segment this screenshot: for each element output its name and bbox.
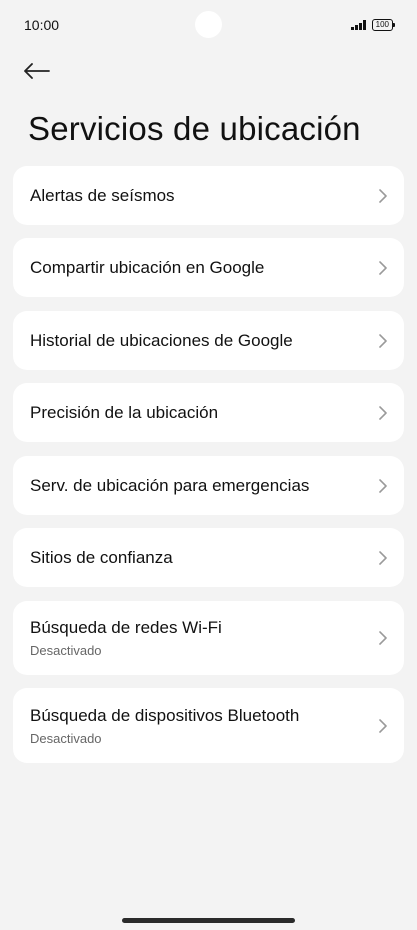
chevron-right-icon	[379, 478, 387, 493]
status-time: 10:00	[24, 17, 60, 33]
list-item-historial-ubicaciones[interactable]: Historial de ubicaciones de Google	[13, 311, 404, 370]
chevron-right-icon	[379, 188, 387, 203]
chevron-right-icon	[379, 405, 387, 420]
camera-cutout	[195, 11, 222, 38]
status-bar: 10:00 100	[0, 0, 417, 50]
list-item-busqueda-bluetooth[interactable]: Búsqueda de dispositivos Bluetooth Desac…	[13, 688, 404, 763]
item-label: Búsqueda de dispositivos Bluetooth	[30, 705, 300, 725]
list-item-busqueda-wifi[interactable]: Búsqueda de redes Wi-Fi Desactivado	[13, 601, 404, 675]
item-status: Desactivado	[30, 643, 102, 658]
back-button[interactable]	[24, 57, 58, 85]
chevron-right-icon	[379, 333, 387, 348]
battery-level: 100	[375, 20, 389, 29]
item-label: Precisión de la ubicación	[30, 402, 219, 422]
list-item-sitios-confianza[interactable]: Sitios de confianza	[13, 528, 404, 587]
status-icons: 100	[351, 19, 396, 31]
list-item-precision-ubicacion[interactable]: Precisión de la ubicación	[13, 383, 404, 442]
chevron-right-icon	[379, 631, 387, 645]
item-label: Alertas de seísmos	[30, 185, 175, 205]
list-item-serv-emergencias[interactable]: Serv. de ubicación para emergencias	[13, 456, 404, 515]
list-item-alertas-seismos[interactable]: Alertas de seísmos	[13, 166, 404, 225]
item-label: Búsqueda de redes Wi-Fi	[30, 618, 222, 637]
item-label: Historial de ubicaciones de Google	[30, 330, 293, 350]
page-title: Servicios de ubicación	[28, 110, 361, 147]
item-label: Serv. de ubicación para emergencias	[30, 475, 310, 495]
item-label: Sitios de confianza	[30, 547, 173, 567]
home-indicator[interactable]	[122, 918, 295, 923]
chevron-right-icon	[379, 550, 387, 565]
item-status: Desactivado	[30, 730, 102, 746]
signal-icon	[351, 20, 366, 30]
chevron-right-icon	[379, 718, 387, 733]
chevron-right-icon	[379, 260, 387, 275]
list-item-compartir-ubicacion[interactable]: Compartir ubicación en Google	[13, 238, 404, 297]
item-label: Compartir ubicación en Google	[30, 257, 265, 277]
battery-icon: 100	[371, 19, 396, 31]
arrow-left-icon	[24, 63, 50, 79]
